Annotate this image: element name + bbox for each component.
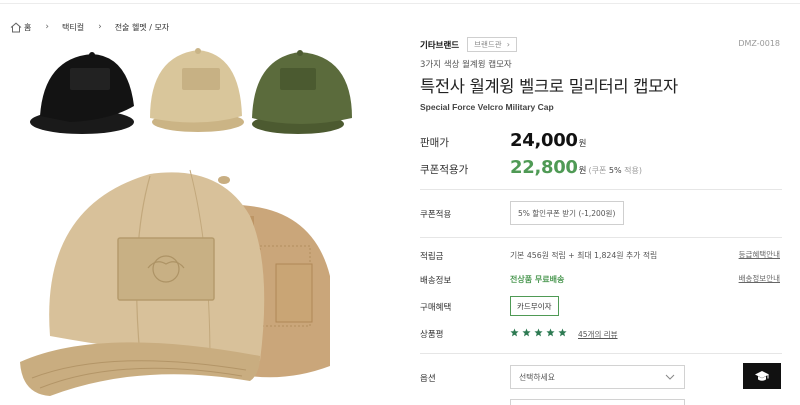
- product-code: DMZ-0018: [738, 39, 780, 48]
- coupon-price: 22,800: [510, 157, 578, 178]
- review-label: 상품평: [420, 330, 444, 340]
- product-subtitle: 3가지 색상 월계윙 캡모자: [420, 60, 512, 70]
- option-select-placeholder: 선택하세요: [519, 372, 555, 382]
- membership-benefits-link[interactable]: 등급혜택안내: [739, 249, 780, 260]
- option-select-secondary[interactable]: [510, 399, 685, 405]
- shipping-info-link[interactable]: 배송정보안내: [739, 273, 780, 284]
- shipping-text: 전상품 무료배송: [510, 275, 565, 284]
- review-count-link[interactable]: 45개의 리뷰: [578, 329, 618, 340]
- star-icon: [510, 328, 519, 337]
- chevron-right-icon: ›: [98, 22, 102, 32]
- chevron-down-icon: [665, 374, 675, 380]
- graduation-cap-icon: [755, 371, 769, 381]
- product-image-color-variants[interactable]: [30, 36, 370, 146]
- divider: [420, 353, 782, 354]
- chevron-right-icon: ›: [506, 40, 510, 49]
- star-icon: [522, 328, 531, 337]
- brand-shop-button[interactable]: 브랜드관 ›: [467, 37, 517, 52]
- floating-action-button[interactable]: [743, 363, 781, 389]
- star-icon: [534, 328, 543, 337]
- points-label: 적립금: [420, 252, 444, 262]
- product-info: 기타브랜드 브랜드관 › DMZ-0018 3가지 색상 월계윙 캡모자 특전사…: [420, 0, 782, 405]
- coupon-price-row: 쿠폰적용가 22,800 원 (쿠폰 5% 적용): [420, 157, 642, 179]
- brand-shop-label: 브랜드관: [474, 40, 502, 49]
- breadcrumb-item-helmet-cap[interactable]: 전술 헬멧 / 모자: [115, 22, 169, 33]
- coupon-note-percent: 5%: [608, 166, 622, 175]
- home-icon[interactable]: [10, 22, 22, 33]
- coupon-note-suffix: 적용): [624, 166, 642, 175]
- shipping-label: 배송정보: [420, 276, 452, 286]
- star-icon: [546, 328, 555, 337]
- breadcrumb: 홈 › 택티컬 › 전술 헬멧 / 모자: [10, 20, 169, 34]
- product-english-title: Special Force Velcro Military Cap: [420, 102, 554, 112]
- divider: [420, 189, 782, 190]
- download-coupon-button[interactable]: 5% 할인쿠폰 받기 (-1,200원): [510, 201, 624, 225]
- option-select[interactable]: 선택하세요: [510, 365, 685, 389]
- price-unit: 원: [578, 166, 587, 176]
- breadcrumb-home[interactable]: 홈: [24, 22, 31, 33]
- sale-price-label: 판매가: [420, 137, 449, 149]
- benefit-label: 구매혜택: [420, 303, 452, 313]
- coupon-label: 쿠폰적용: [420, 210, 452, 220]
- brand-row: 기타브랜드 브랜드관 ›: [420, 37, 782, 52]
- star-rating: [510, 328, 570, 337]
- option-label: 옵션: [420, 374, 436, 384]
- breadcrumb-item-tactical[interactable]: 택티컬: [62, 22, 84, 33]
- brand-name[interactable]: 기타브랜드: [420, 39, 459, 51]
- coupon-note: (쿠폰 5% 적용): [589, 165, 642, 176]
- product-title: 특전사 월계윙 벨크로 밀리터리 캡모자: [420, 77, 678, 96]
- product-image-main[interactable]: [10, 156, 340, 401]
- card-installment-badge: 카드무이자: [510, 296, 559, 316]
- chevron-right-icon: ›: [45, 22, 49, 32]
- star-icon: [558, 328, 567, 337]
- points-text: 기본 456원 적립 + 최대 1,824원 추가 적립: [510, 251, 658, 260]
- coupon-note-prefix: (쿠폰: [588, 166, 607, 175]
- price-unit: 원: [578, 139, 587, 149]
- divider: [420, 237, 782, 238]
- sale-price: 24,000: [510, 130, 578, 151]
- coupon-price-label: 쿠폰적용가: [420, 164, 469, 176]
- product-gallery: [0, 36, 400, 405]
- sale-price-row: 판매가 24,000 원: [420, 130, 587, 152]
